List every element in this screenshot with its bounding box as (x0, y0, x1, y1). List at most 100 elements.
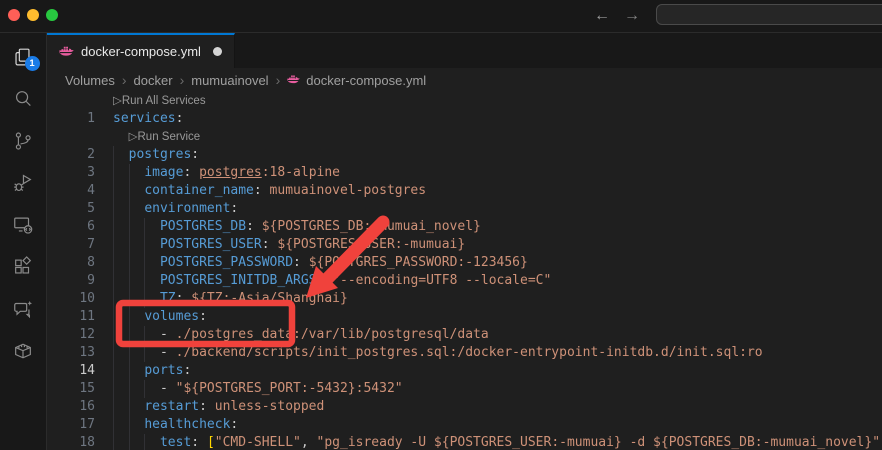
indent-guide (129, 416, 130, 434)
code-line-content[interactable]: services: (113, 110, 183, 128)
code-token: : (230, 417, 238, 432)
code-line-content[interactable]: ports: (113, 362, 191, 380)
code-line-content[interactable]: postgres: (113, 146, 199, 164)
code-line-content[interactable]: image: postgres:18-alpine (113, 164, 340, 182)
indent-guide (113, 344, 114, 362)
line-number: 8 (47, 254, 95, 272)
explorer-badge: 1 (25, 56, 40, 71)
code-token: : (262, 237, 278, 252)
line-number: 6 (47, 218, 95, 236)
indent-guide (113, 362, 114, 380)
sidebar-item-explorer[interactable]: 1 (0, 36, 47, 78)
indent-guide (129, 344, 130, 362)
indent-guide (129, 182, 130, 200)
code-token: : (191, 435, 207, 450)
command-center-search[interactable] (656, 4, 882, 25)
sidebar-item-remote-explorer[interactable] (0, 204, 47, 246)
indent-guide (129, 290, 130, 308)
code-line-content[interactable]: - ./backend/scripts/init_postgres.sql:/d… (113, 344, 763, 362)
indent-guide (129, 308, 130, 326)
codelens-action[interactable]: ▷Run All Services (113, 92, 206, 110)
codelens-row: ▷Run Service (47, 128, 882, 146)
indent-guide (144, 434, 145, 450)
indent-guide (144, 218, 145, 236)
code-token: , (301, 435, 317, 450)
editor-row: 18 test: ["CMD-SHELL", "pg_isready -U ${… (47, 434, 882, 450)
indent-guide (113, 434, 114, 450)
line-number: 10 (47, 290, 95, 308)
indent-guide (129, 380, 130, 398)
code-line-content[interactable]: restart: unless-stopped (113, 398, 324, 416)
code-line-content[interactable]: POSTGRES_PASSWORD: ${POSTGRES_PASSWORD:-… (113, 254, 528, 272)
code-line-content[interactable]: TZ: ${TZ:-Asia/Shanghai} (113, 290, 348, 308)
code-token: : (230, 201, 238, 216)
indent-guide (113, 218, 114, 236)
line-number (47, 92, 95, 110)
code-line-content[interactable]: volumes: (113, 308, 207, 326)
zoom-window-button[interactable] (46, 9, 58, 21)
code-line-content[interactable]: POSTGRES_USER: ${POSTGRES_USER:-mumuai} (113, 236, 465, 254)
minimize-window-button[interactable] (27, 9, 39, 21)
breadcrumb-item-volumes[interactable]: Volumes (65, 73, 115, 88)
sidebar-item-run-and-debug[interactable] (0, 162, 47, 204)
code-line-content[interactable]: healthcheck: (113, 416, 238, 434)
code-line-content[interactable]: - "${POSTGRES_PORT:-5432}:5432" (113, 380, 403, 398)
editor-row: 11 volumes: (47, 308, 882, 326)
line-number: 11 (47, 308, 95, 326)
editor[interactable]: ▷Run All Services1services:▷Run Service2… (47, 92, 882, 450)
container-box-icon (12, 340, 34, 362)
modified-indicator-dot[interactable] (213, 47, 222, 56)
sidebar-item-chat[interactable] (0, 288, 47, 330)
code-token: - (160, 345, 176, 360)
codelens-action[interactable]: ▷Run Service (129, 128, 200, 146)
code-line-content[interactable]: environment: (113, 200, 238, 218)
editor-group: docker-compose.yml Volumes › docker › mu… (47, 33, 882, 450)
breadcrumb: Volumes › docker › mumuainovel › docker-… (47, 68, 882, 92)
code-token: : (176, 111, 184, 126)
code-token: ports (144, 363, 183, 378)
indent-guide (129, 254, 130, 272)
code-line-content[interactable]: test: ["CMD-SHELL", "pg_isready -U ${POS… (113, 434, 882, 450)
title-bar: ← → (0, 0, 882, 33)
tab-strip: docker-compose.yml (47, 33, 882, 68)
code-token: restart (144, 399, 199, 414)
activity-bar: 1 (0, 33, 47, 450)
code-token: "${POSTGRES_PORT:-5432}:5432" (176, 381, 403, 396)
line-number: 2 (47, 146, 95, 164)
code-token: ${TZ:-Asia/Shanghai} (191, 291, 348, 306)
breadcrumb-item-docker[interactable]: docker (134, 73, 173, 88)
close-window-button[interactable] (8, 9, 20, 21)
indent-guide (144, 272, 145, 290)
traffic-lights (8, 9, 58, 21)
sidebar-item-containers[interactable] (0, 330, 47, 372)
code-token: volumes (144, 309, 199, 324)
search-icon (12, 88, 34, 110)
indent-guide (113, 254, 114, 272)
code-line-content[interactable]: POSTGRES_DB: ${POSTGRES_DB:-mumuai_novel… (113, 218, 481, 236)
indent-guide (113, 200, 114, 218)
line-number: 12 (47, 326, 95, 344)
breadcrumb-separator: › (122, 72, 127, 88)
forward-arrow-icon[interactable]: → (624, 4, 640, 28)
code-token: : (199, 309, 207, 324)
editor-row: 15 - "${POSTGRES_PORT:-5432}:5432" (47, 380, 882, 398)
code-token: POSTGRES_INITDB_ARGS (160, 273, 317, 288)
line-number: 16 (47, 398, 95, 416)
tab-docker-compose[interactable]: docker-compose.yml (47, 33, 235, 68)
code-line-content[interactable]: POSTGRES_INITDB_ARGS: "--encoding=UTF8 -… (113, 272, 551, 290)
postgres-image-link[interactable]: postgres (199, 165, 262, 180)
sidebar-item-extensions[interactable] (0, 246, 47, 288)
editor-row: 2 postgres: (47, 146, 882, 164)
line-number (47, 128, 95, 146)
sidebar-item-source-control[interactable] (0, 120, 47, 162)
breadcrumb-item-mumuainovel[interactable]: mumuainovel (191, 73, 268, 88)
sidebar-item-search[interactable] (0, 78, 47, 120)
editor-row: 3 image: postgres:18-alpine (47, 164, 882, 182)
line-number: 1 (47, 110, 95, 128)
code-line-content[interactable]: container_name: mumuainovel-postgres (113, 182, 426, 200)
code-line-content[interactable]: - ./postgres_data:/var/lib/postgresql/da… (113, 326, 489, 344)
back-arrow-icon[interactable]: ← (594, 4, 610, 28)
breadcrumb-item-file[interactable]: docker-compose.yml (287, 73, 426, 88)
run-debug-icon (12, 172, 34, 194)
docker-whale-icon (59, 46, 74, 58)
